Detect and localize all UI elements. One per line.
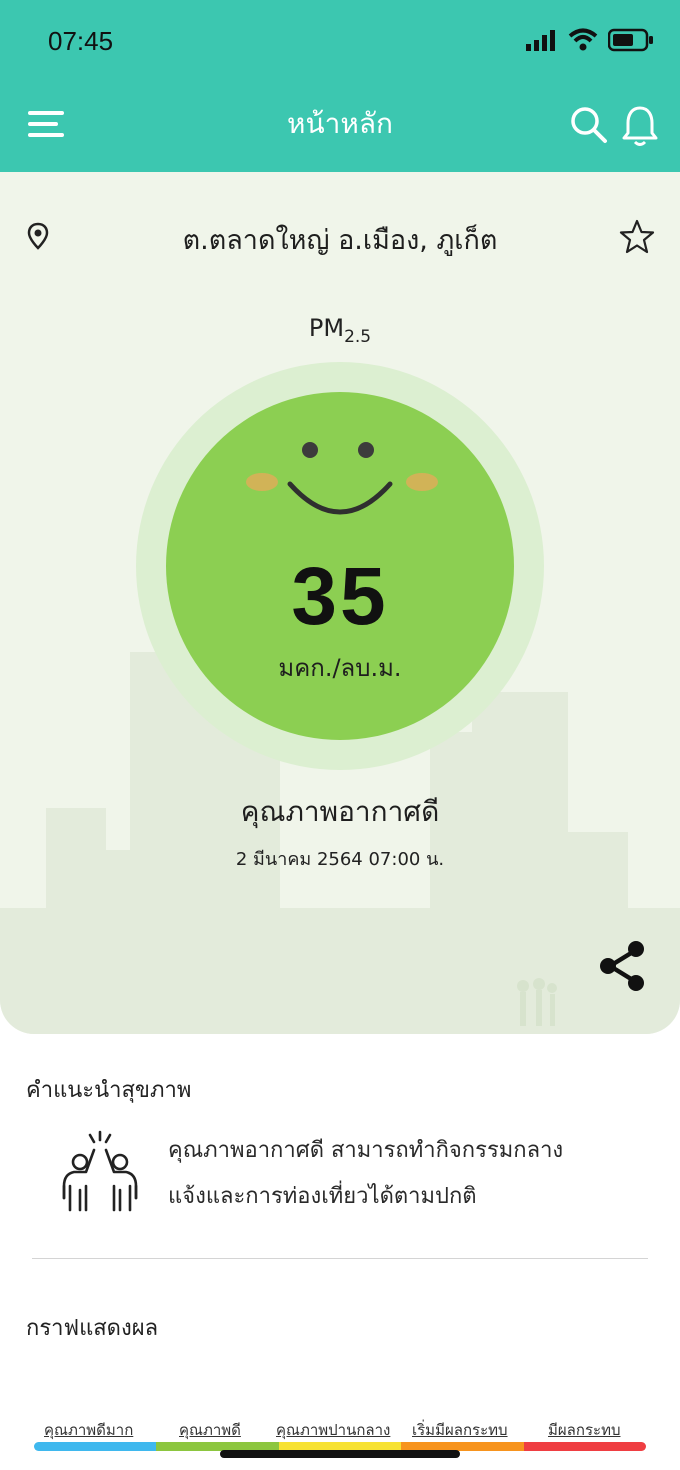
pollutant-label: PM2.5 [0, 314, 680, 347]
legend-label-starting-impact: เริ่มมีผลกระทบ [412, 1421, 508, 1439]
legend-label-moderate: คุณภาพปานกลาง [276, 1421, 391, 1439]
share-icon[interactable] [596, 938, 650, 994]
health-advice-title: คำแนะนำสุขภาพ [26, 1078, 192, 1103]
star-icon[interactable] [618, 218, 656, 256]
legend-label-good: คุณภาพดี [179, 1421, 241, 1439]
legend-label-impact: มีผลกระทบ [548, 1421, 621, 1439]
signal-icon [526, 30, 555, 51]
legend-labels: คุณภาพดีมาก คุณภาพดี คุณภาพปานกลาง เริ่ม… [34, 1418, 646, 1440]
legend-label-very-good: คุณภาพดีมาก [44, 1421, 134, 1439]
pollutant-main: PM [308, 314, 345, 342]
section-divider [32, 1258, 648, 1259]
legend-seg-very-good [34, 1442, 157, 1451]
status-time: 07:45 [48, 26, 114, 56]
legend-seg-impact [523, 1442, 646, 1451]
wifi-icon [568, 28, 598, 51]
search-icon[interactable] [568, 104, 608, 144]
air-quality-card: ต.ตลาดใหญ่ อ.เมือง, ภูเก็ต PM2.5 35 มคก.… [0, 172, 680, 1034]
graph-title: กราฟแสดงผล [26, 1316, 159, 1341]
bell-icon[interactable] [620, 104, 660, 148]
app-header: 07:45 หน้าหลัก [0, 0, 680, 172]
location-row: ต.ตลาดใหญ่ อ.เมือง, ภูเก็ต [0, 216, 680, 260]
measurement-datetime: 2 มีนาคม 2564 07:00 น. [235, 849, 445, 870]
air-quality-status: คุณภาพอากาศดี [240, 795, 440, 828]
smiling-face-icon [246, 442, 438, 515]
health-advice-text: คุณภาพอากาศดี สามารถทำกิจกรรมกลาง แจ้งแล… [168, 1128, 638, 1220]
battery-icon [608, 28, 653, 52]
aqi-value: 35 [291, 551, 389, 642]
health-advice-line-1: คุณภาพอากาศดี สามารถทำกิจกรรมกลาง [168, 1138, 564, 1163]
status-icons [526, 28, 654, 52]
people-high-five-icon [62, 1130, 138, 1212]
pollutant-sub: 2.5 [344, 326, 372, 347]
aqi-unit: มคก./ลบ.ม. [278, 654, 402, 682]
location-name[interactable]: ต.ตลาดใหญ่ อ.เมือง, ภูเก็ต [0, 218, 680, 261]
health-advice-line-2: แจ้งและการท่องเที่ยวได้ตามปกติ [168, 1184, 477, 1209]
home-indicator [220, 1450, 460, 1458]
